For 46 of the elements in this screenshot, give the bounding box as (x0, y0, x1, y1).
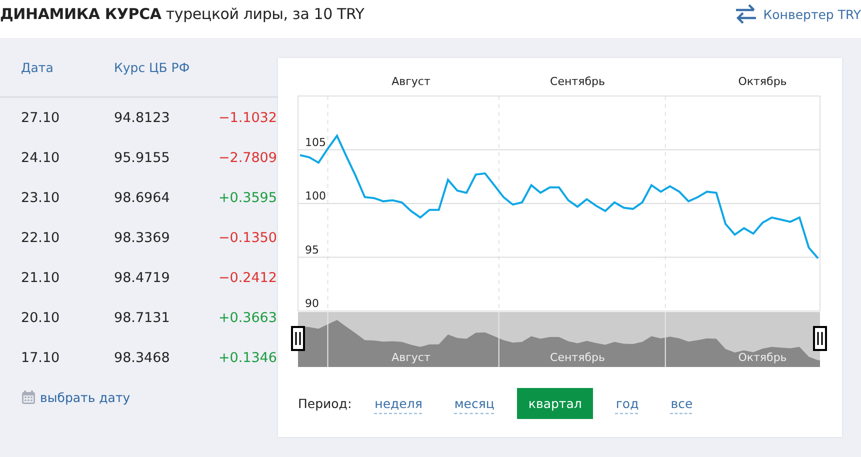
date-cell-text: 21.10 (20, 270, 61, 286)
rate-cell-text: 98.4719 (114, 270, 171, 286)
change-cell-text: −2.7809 (217, 150, 277, 166)
month-label: Сентябрь (550, 75, 605, 88)
period-label: Период: (298, 396, 352, 411)
axis-label: 95 (305, 243, 319, 256)
period-button[interactable]: квартал (517, 388, 593, 419)
converter-link[interactable]: Конвертер TRY (735, 4, 861, 24)
change-cell-text: −1.1032 (217, 110, 277, 126)
page-title: ДИНАМИКА КУРСА турецкой лиры, за 10 TRY (0, 5, 364, 23)
navigator-label: Сентябрь (550, 351, 605, 364)
date-cell-text: 27.10 (20, 110, 61, 126)
calendar-icon (21, 390, 36, 405)
date-cell-text: 23.10 (20, 190, 61, 206)
range-handle[interactable] (291, 326, 305, 351)
rate-cell-text: 98.3369 (114, 230, 171, 246)
date-cell-text: 24.10 (20, 150, 61, 166)
change-cell-text: −0.2412 (217, 270, 277, 286)
date-cell-text: 22.10 (20, 230, 61, 246)
month-label: Октябрь (738, 75, 787, 88)
rate-cell-text: 94.8123 (114, 110, 171, 126)
axis-label: 100 (305, 190, 326, 202)
axis-label: 90 (305, 297, 319, 310)
column-header: Дата (20, 60, 54, 74)
rate-cell-text: 98.7131 (114, 310, 171, 326)
period-button[interactable]: неделя (366, 390, 432, 417)
change-cell-text: +0.3663 (217, 310, 277, 326)
change-cell-text: −0.1350 (217, 230, 277, 246)
rate-cell-text: 98.6964 (114, 190, 171, 206)
date-cell-text: 17.10 (20, 350, 61, 366)
change-cell-text: +0.3595 (217, 190, 277, 206)
navigator-label: Октябрь (738, 351, 787, 364)
month-label: Август (392, 75, 430, 88)
date-cell-text: 20.10 (20, 310, 61, 326)
navigator-label: Август (392, 351, 430, 364)
period-button[interactable]: все (662, 390, 702, 417)
period-button[interactable]: месяц (445, 390, 504, 417)
pick-date-link[interactable]: выбрать дату (21, 390, 130, 405)
axis-label: 105 (305, 136, 326, 149)
period-button[interactable]: год (606, 390, 648, 417)
column-header: Курс ЦБ РФ (114, 60, 191, 74)
range-handle[interactable] (813, 326, 827, 351)
rate-cell-text: 98.3468 (114, 350, 171, 366)
swap-arrows-icon (735, 4, 758, 24)
rate-cell-text: 95.9155 (114, 150, 171, 166)
change-cell-text: +0.1346 (217, 350, 277, 366)
